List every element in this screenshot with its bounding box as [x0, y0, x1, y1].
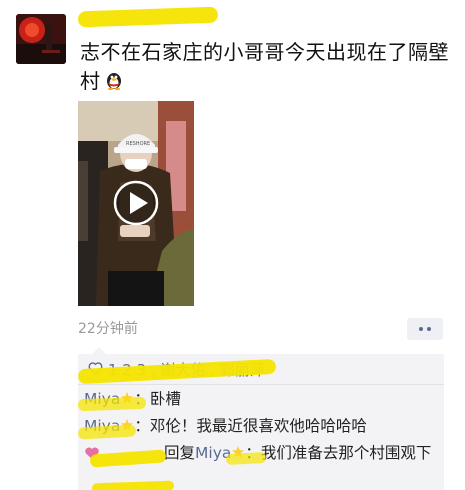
penguin-emoji-icon [106, 73, 121, 91]
comment-3-reply-redaction [225, 451, 267, 466]
comment-text: 邓伦！我最近很喜欢他哈哈哈哈 [149, 417, 367, 435]
video-thumbnail[interactable]: RESHORE [78, 101, 194, 306]
post-text-content: 志不在石家庄的小哥哥今天出现在了隔壁村 [80, 40, 449, 93]
comment-2[interactable]: Miya：邓伦！我最近很喜欢他哈哈哈哈 [84, 414, 434, 439]
reply-word: 回复 [164, 444, 196, 462]
comment-bottom-redaction [91, 480, 175, 490]
feedback-panel: 1 2 3 , 谢大佑 , 郭丽萍 Miya：卧槽 Miya：邓伦！我最近很喜欢… [77, 347, 444, 490]
more-icon[interactable] [407, 318, 443, 340]
avatar-image [16, 14, 66, 64]
moments-post: 志不在石家庄的小哥哥今天出现在了隔壁村 RESHORE 22分钟前 卧槽 ：邓伦… [0, 0, 465, 490]
play-icon[interactable] [78, 101, 194, 306]
comment-1-redaction [77, 396, 147, 412]
post-text: 志不在石家庄的小哥哥今天出现在了隔壁村 [80, 38, 452, 96]
comment-text: 我们准备去那个村围观下 [260, 444, 432, 462]
post-timestamp: 22分钟前 [78, 321, 138, 337]
avatar[interactable] [16, 14, 66, 64]
comment-text: 卧槽 [149, 390, 181, 408]
